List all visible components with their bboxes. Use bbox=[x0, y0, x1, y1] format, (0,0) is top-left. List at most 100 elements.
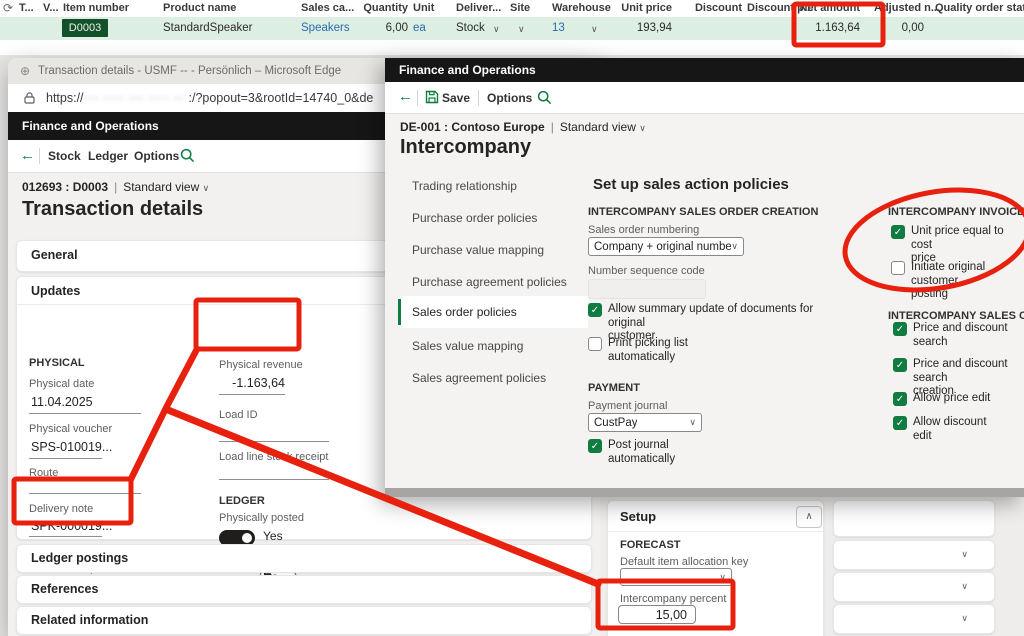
save-button[interactable]: Save bbox=[442, 91, 470, 105]
breadcrumb[interactable]: 012693 : D0003|Standard view ∨ bbox=[22, 180, 209, 194]
col-header-product-name[interactable]: Product name bbox=[163, 0, 236, 17]
col-header-delivery[interactable]: Deliver... bbox=[456, 0, 501, 17]
delivery-dropdown-chevron-icon[interactable]: ∨ bbox=[493, 24, 500, 34]
col-header-adjusted-net[interactable]: Adjusted n... bbox=[874, 0, 940, 17]
col-header-net-amount[interactable]: Net amount bbox=[798, 0, 860, 17]
toolbar-divider bbox=[417, 90, 418, 106]
allow-discount-edit-checkbox[interactable] bbox=[893, 416, 907, 430]
unit-price-equal-checkbox[interactable] bbox=[891, 225, 905, 239]
sales-category-link[interactable]: Speakers bbox=[301, 17, 350, 40]
chevron-down-icon[interactable]: ∨ bbox=[961, 581, 968, 592]
warehouse-link[interactable]: 13 bbox=[552, 17, 565, 40]
delivery-cell[interactable]: Stock bbox=[456, 17, 485, 40]
adjusted-net-cell[interactable]: 0,00 bbox=[862, 17, 924, 40]
menu-ledger[interactable]: Ledger bbox=[88, 149, 128, 163]
initiate-original-customer-checkbox[interactable] bbox=[891, 261, 905, 275]
refresh-icon[interactable]: ⟳ bbox=[3, 1, 13, 15]
load-line-stock-receipt-underline[interactable] bbox=[219, 479, 329, 480]
fasttab-related-information[interactable]: Related information bbox=[16, 606, 592, 635]
back-arrow-icon[interactable]: ← bbox=[20, 147, 35, 164]
print-picking-list-checkbox[interactable] bbox=[588, 337, 602, 351]
allow-price-edit-label: Allow price edit bbox=[913, 392, 990, 406]
item-number-cell[interactable]: D0003 bbox=[62, 19, 108, 37]
col-header-v[interactable]: V... bbox=[43, 0, 59, 17]
unit-price-equal-row: Unit price equal to cost price bbox=[891, 225, 1019, 266]
payment-journal-dropdown[interactable]: CustPay∨ bbox=[588, 413, 702, 432]
quantity-cell[interactable]: 6,00 bbox=[350, 17, 408, 40]
nav-sales-value-mapping[interactable]: Sales value mapping bbox=[412, 330, 588, 362]
intercompany-toolbar: ← Save Options bbox=[385, 82, 1024, 114]
post-journal-checkbox[interactable] bbox=[588, 439, 602, 453]
collapsed-section-row[interactable]: ∨ bbox=[833, 572, 995, 602]
collapsed-section-row[interactable]: ∨ bbox=[833, 540, 995, 570]
physical-revenue-value[interactable]: -1.163,64 bbox=[219, 376, 285, 390]
chevron-down-icon[interactable]: ∨ bbox=[961, 613, 968, 624]
default-item-allocation-key-label: Default item allocation key bbox=[620, 556, 748, 568]
price-discount-search-creation-checkbox[interactable] bbox=[893, 358, 907, 372]
fo-appbar-right: Finance and Operations bbox=[385, 58, 1024, 82]
sales-order-numbering-dropdown[interactable]: Company + original number∨ bbox=[588, 237, 744, 256]
view-selector[interactable]: Standard view bbox=[560, 120, 636, 134]
collapsed-section-row[interactable] bbox=[833, 500, 995, 537]
chevron-down-icon[interactable]: ∨ bbox=[961, 549, 968, 560]
physical-date-value[interactable]: 11.04.2025 bbox=[31, 395, 93, 409]
chevron-down-icon: ∨ bbox=[689, 417, 696, 428]
group-forecast: FORECAST bbox=[620, 539, 681, 551]
url-text: https://··· ···· ··· ···· ·· :/?popout=3… bbox=[46, 84, 373, 112]
col-header-unit[interactable]: Unit bbox=[413, 0, 434, 17]
physical-voucher-value[interactable]: SPS-010019... bbox=[31, 440, 112, 454]
load-id-underline[interactable] bbox=[219, 441, 329, 442]
page-title: Intercompany bbox=[400, 136, 531, 159]
price-discount-search-checkbox[interactable] bbox=[893, 322, 907, 336]
menu-stock[interactable]: Stock bbox=[48, 149, 81, 163]
physical-date-underline bbox=[29, 413, 141, 414]
nav-sales-agreement-policies[interactable]: Sales agreement policies bbox=[412, 362, 588, 394]
col-header-sales-category[interactable]: Sales ca... bbox=[301, 0, 354, 17]
col-header-t[interactable]: T... bbox=[19, 0, 34, 17]
nav-purchase-value-mapping[interactable]: Purchase value mapping bbox=[412, 234, 588, 266]
col-header-site[interactable]: Site bbox=[510, 0, 530, 17]
search-icon[interactable] bbox=[537, 90, 552, 105]
col-header-quantity[interactable]: Quantity bbox=[350, 0, 408, 17]
nav-purchase-agreement-policies[interactable]: Purchase agreement policies bbox=[412, 266, 588, 298]
collapsed-section-row[interactable]: ∨ bbox=[833, 604, 995, 634]
col-header-quality-order-status[interactable]: Quality order status bbox=[935, 0, 1024, 17]
post-journal-row: Post journal automatically bbox=[588, 439, 718, 466]
default-item-allocation-key-dropdown[interactable]: ∨ bbox=[620, 568, 732, 586]
nav-purchase-order-policies[interactable]: Purchase order policies bbox=[412, 202, 588, 234]
col-header-item-number[interactable]: Item number bbox=[63, 0, 129, 17]
options-menu[interactable]: Options bbox=[487, 91, 532, 105]
col-header-unit-price[interactable]: Unit price bbox=[612, 0, 672, 17]
view-selector-chevron-icon[interactable]: ∨ bbox=[639, 123, 646, 133]
group-payment: PAYMENT bbox=[588, 382, 640, 394]
allow-summary-update-checkbox[interactable] bbox=[588, 303, 602, 317]
chevron-up-icon: ∧ bbox=[805, 511, 812, 522]
search-icon[interactable] bbox=[180, 148, 195, 163]
unit-link[interactable]: ea bbox=[413, 17, 426, 40]
allow-price-edit-checkbox[interactable] bbox=[893, 392, 907, 406]
fasttab-ledger-postings[interactable]: Ledger postings bbox=[16, 544, 592, 573]
nav-sales-order-policies[interactable]: Sales order policies bbox=[398, 296, 588, 328]
back-arrow-icon[interactable]: ← bbox=[398, 88, 413, 105]
col-header-discount[interactable]: Discount bbox=[684, 0, 742, 17]
fasttab-references[interactable]: References bbox=[16, 575, 592, 604]
view-selector[interactable]: Standard view bbox=[123, 180, 199, 194]
site-dropdown-chevron-icon[interactable]: ∨ bbox=[518, 24, 525, 34]
warehouse-dropdown-chevron-icon[interactable]: ∨ bbox=[591, 24, 598, 34]
route-underline[interactable] bbox=[29, 493, 141, 494]
setup-divider bbox=[608, 531, 823, 532]
view-selector-chevron-icon[interactable]: ∨ bbox=[203, 183, 210, 193]
unit-price-cell[interactable]: 193,94 bbox=[612, 17, 672, 40]
edge-window-title: Transaction details - USMF -- - Persönli… bbox=[38, 58, 341, 84]
setup-panel: Setup ∧ FORECAST Default item allocation… bbox=[607, 500, 824, 636]
nav-trading-relationship[interactable]: Trading relationship bbox=[412, 170, 588, 202]
intercompany-percent-input[interactable]: 15,00 bbox=[618, 605, 696, 624]
fasttab-updates-label[interactable]: Updates bbox=[31, 284, 80, 298]
col-header-warehouse[interactable]: Warehouse bbox=[552, 0, 611, 17]
breadcrumb[interactable]: DE-001 : Contoso Europe|Standard view ∨ bbox=[400, 120, 646, 134]
save-icon[interactable] bbox=[425, 90, 439, 104]
net-amount-cell[interactable]: 1.163,64 bbox=[798, 17, 860, 40]
menu-options[interactable]: Options bbox=[134, 149, 179, 163]
delivery-note-value[interactable]: SPK-000019... bbox=[31, 519, 112, 533]
setup-collapse-button[interactable]: ∧ bbox=[796, 506, 822, 528]
